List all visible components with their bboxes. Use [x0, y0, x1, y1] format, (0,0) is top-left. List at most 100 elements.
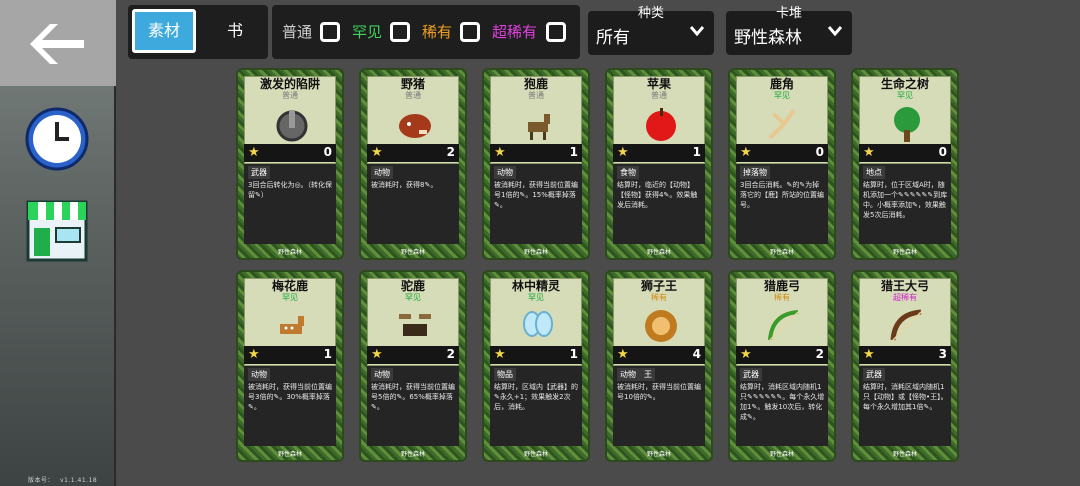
trap-icon: [276, 110, 308, 142]
deer-icon: [528, 114, 550, 140]
card-value-bar: ★ 0: [736, 144, 828, 162]
filter-super-rare[interactable]: 超稀有: [492, 5, 537, 59]
card-king-hunting-bow[interactable]: 猎王大弓 超稀有 ★ 3 武器 结算时，消耗区域内随机1只【动物】或【怪物•王】。…: [851, 270, 959, 462]
card-body: 动物 王 被消耗时，获得当前位置编号10倍的✎。: [613, 366, 705, 446]
type-dropdown-label: 种类: [637, 6, 664, 21]
star-icon: ★: [371, 145, 383, 160]
card-description: 被消耗时，获得当前位置编号3倍的✎。30%概率掉落✎。: [248, 383, 332, 411]
card-set: 野性森林: [892, 451, 917, 458]
rarity-filter-group: 普通 罕见 稀有 超稀有: [272, 5, 580, 59]
card-description: 被消耗时，获得当前位置编号1倍的✎。15%概率掉落✎。: [494, 181, 578, 209]
version-text: 版本号： v1.1.41.18: [28, 475, 103, 484]
star-icon: ★: [740, 347, 752, 362]
card-rarity: 罕见: [282, 293, 298, 302]
card-type: 物品: [494, 368, 516, 381]
card-antler[interactable]: 鹿角 罕见 ★ 0 掉落物 3回合后消耗。✎的✎为掉落它的【鹿】所站的位置编号。 …: [728, 68, 836, 260]
sika-deer-icon: [280, 316, 304, 334]
card-set: 野性森林: [277, 451, 302, 458]
clock-icon: [25, 107, 89, 171]
filter-common-checkbox[interactable]: [320, 22, 340, 42]
card-rarity: 稀有: [774, 293, 790, 302]
star-icon: ★: [494, 145, 506, 160]
card-boar[interactable]: 野猪 普通 ★ 2 动物 被消耗时，获得8✎。 野性森林: [359, 68, 467, 260]
arrow-left-icon: [30, 24, 84, 64]
tab-group: 素材 书: [128, 5, 268, 59]
card-type: 动物: [248, 368, 270, 381]
star-icon: ★: [248, 347, 260, 362]
card-value-bar: ★ 3: [859, 346, 951, 364]
card-rarity: 罕见: [897, 91, 913, 100]
card-body: 食物 结算时，临近的【动物】【怪物】获得4✎。效果触发后消耗。: [613, 164, 705, 244]
card-description: 被消耗时，获得当前位置编号10倍的✎。: [617, 383, 701, 401]
antler-icon: [768, 108, 796, 140]
card-value-bar: ★ 2: [736, 346, 828, 364]
tab-book[interactable]: 书: [210, 9, 260, 53]
filter-common[interactable]: 普通: [282, 5, 312, 59]
card-lion-king[interactable]: 狮子王 稀有 ★ 4 动物 王 被消耗时，获得当前位置编号10倍的✎。 野性森林: [605, 270, 713, 462]
card-description: 结算时，区域内【武器】的✎永久+1；效果触发2次后，消耗。: [494, 383, 578, 411]
card-type: 掉落物: [740, 166, 770, 179]
shop-button[interactable]: [24, 198, 90, 264]
card-set: 野性森林: [769, 249, 794, 256]
card-value-bar: ★ 1: [490, 346, 582, 364]
card-tree-of-life[interactable]: 生命之树 罕见 ★ 0 地点 结算时，位于区域A时，随机添加一个✎✎✎✎✎✎到库中…: [851, 68, 959, 260]
card-type: 武器: [863, 368, 885, 381]
card-description: 被消耗时，获得8✎。: [371, 181, 438, 189]
filter-common-label: 普通: [282, 23, 313, 41]
card-type: 动物 王: [617, 368, 655, 381]
filter-rare-label: 稀有: [422, 23, 453, 41]
card-type: 武器: [248, 166, 270, 179]
card-description: 3回合后消耗。✎的✎为掉落它的【鹿】所站的位置编号。: [740, 181, 824, 209]
card-description: 3回合后转化为◎。（转化保留✎）: [248, 181, 333, 199]
back-button[interactable]: [0, 0, 116, 86]
card-sika-deer[interactable]: 梅花鹿 罕见 ★ 1 动物 被消耗时，获得当前位置编号3倍的✎。30%概率掉落✎。…: [236, 270, 344, 462]
clock-button[interactable]: [24, 106, 90, 172]
card-value-bar: ★ 2: [367, 346, 459, 364]
card-forest-fairy[interactable]: 林中精灵 罕见 ★ 1 物品 结算时，区域内【武器】的✎永久+1；效果触发2次后，…: [482, 270, 590, 462]
deck-dropdown[interactable]: 卡堆 野性森林: [726, 6, 852, 55]
card-set: 野性森林: [400, 451, 425, 458]
filter-uncommon-label: 罕见: [352, 23, 383, 41]
card-type: 动物: [371, 166, 393, 179]
card-rarity: 普通: [528, 91, 544, 100]
card-body: 地点 结算时，位于区域A时，随机添加一个✎✎✎✎✎✎到库中。小概率添加✎，效果触…: [859, 164, 951, 244]
filter-super-rare-checkbox[interactable]: [546, 22, 566, 42]
lion-icon: [645, 310, 677, 342]
star-icon: ★: [740, 145, 752, 160]
type-dropdown[interactable]: 种类 所有: [588, 6, 714, 55]
card-value-bar: ★ 1: [490, 144, 582, 162]
card-type: 动物: [371, 368, 393, 381]
card-deer-hunting-bow[interactable]: 猎鹿弓 稀有 ★ 2 武器 结算时，消耗区域内随机1只✎✎✎✎✎✎。每个永久增加1…: [728, 270, 836, 462]
filter-rare-checkbox[interactable]: [460, 22, 480, 42]
filter-uncommon[interactable]: 罕见: [352, 5, 382, 59]
card-set: 野性森林: [646, 249, 671, 256]
card-roe-deer[interactable]: 狍鹿 普通 ★ 1 动物 被消耗时，获得当前位置编号1倍的✎。15%概率掉落✎。 …: [482, 68, 590, 260]
card-description: 结算时，消耗区域内随机1只✎✎✎✎✎✎。每个永久增加1✎。触发10次后，转化成✎…: [740, 383, 825, 421]
version-label: 版本号：: [28, 477, 55, 484]
bow-icon: [768, 310, 799, 341]
star-icon: ★: [248, 145, 260, 160]
card-body: 动物 被消耗时，获得当前位置编号3倍的✎。30%概率掉落✎。: [244, 366, 336, 446]
card-triggered-trap[interactable]: 激发的陷阱 普通 ★ 0 武器 3回合后转化为◎。（转化保留✎） 野性森林: [236, 68, 344, 260]
filter-rare[interactable]: 稀有: [422, 5, 452, 59]
card-value: 2: [446, 347, 455, 361]
card-value-bar: ★ 0: [859, 144, 951, 162]
card-rarity: 普通: [282, 91, 298, 100]
filter-uncommon-checkbox[interactable]: [390, 22, 410, 42]
card-set: 野性森林: [400, 249, 425, 256]
card-body: 动物 被消耗时，获得当前位置编号5倍的✎。65%概率掉落✎。: [367, 366, 459, 446]
card-description: 结算时，临近的【动物】【怪物】获得4✎。效果触发后消耗。: [617, 181, 698, 209]
deck-dropdown-value: 野性森林: [734, 28, 802, 48]
card-body: 武器 结算时，消耗区域内随机1只✎✎✎✎✎✎。每个永久增加1✎。触发10次后，转…: [736, 366, 828, 446]
card-moose[interactable]: 驼鹿 罕见 ★ 2 动物 被消耗时，获得当前位置编号5倍的✎。65%概率掉落✎。 …: [359, 270, 467, 462]
tab-materials[interactable]: 素材: [132, 9, 196, 53]
star-icon: ★: [494, 347, 506, 362]
card-value: 2: [815, 347, 824, 361]
card-type: 食物: [617, 166, 639, 179]
card-apple[interactable]: 苹果 普通 ★ 1 食物 结算时，临近的【动物】【怪物】获得4✎。效果触发后消耗。…: [605, 68, 713, 260]
card-value: 1: [569, 347, 578, 361]
star-icon: ★: [863, 347, 875, 362]
boar-icon: [399, 114, 431, 138]
card-rarity: 普通: [405, 91, 421, 100]
card-body: 动物 被消耗时，获得8✎。: [367, 164, 459, 244]
